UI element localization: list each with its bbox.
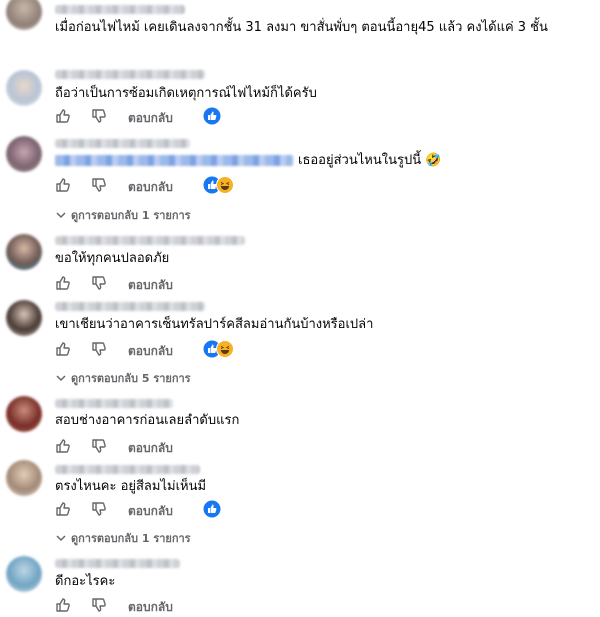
thumbs-down-icon[interactable]: [91, 341, 107, 357]
comment-text: ดีกอะไรคะ: [55, 574, 116, 589]
comment-actions: ตอบกลับ: [55, 176, 295, 197]
avatar[interactable]: [6, 396, 42, 432]
avatar[interactable]: [6, 70, 42, 106]
thumbs-up-icon[interactable]: [55, 108, 71, 124]
comment-text: สอบช่างอาคารก่อนเลยลำดับแรก: [55, 413, 240, 428]
comment-actions: ตอบกลับ: [55, 107, 255, 128]
comment-actions: ตอบกลับ: [55, 275, 255, 293]
reply-button[interactable]: ตอบกลับ: [128, 439, 173, 458]
author-name-redacted[interactable]: [55, 236, 245, 245]
avatar[interactable]: [6, 460, 42, 496]
reply-button[interactable]: ตอบกลับ: [128, 598, 173, 617]
comment-actions: ตอบกลับ: [55, 500, 255, 521]
thumbs-up-icon[interactable]: [55, 275, 71, 291]
comment-actions: ตอบกลับ: [55, 340, 295, 361]
like-reaction-icon[interactable]: [203, 500, 221, 518]
thumbs-down-icon[interactable]: [91, 438, 107, 454]
reply-button[interactable]: ตอบกลับ: [128, 502, 173, 521]
chevron-down-icon: [56, 532, 66, 545]
tagged-users-redacted[interactable]: [55, 155, 293, 166]
chevron-down-icon: [56, 209, 66, 222]
view-replies-link[interactable]: ดูการตอบกลับ 1 รายการ: [56, 206, 191, 224]
avatar[interactable]: [6, 234, 42, 270]
thumbs-down-icon[interactable]: [91, 275, 107, 291]
comment-text: เมื่อก่อนไฟไหม้ เคยเดินลงจากชั้น 31 ลงมา…: [55, 20, 548, 35]
author-name-redacted[interactable]: [55, 559, 180, 568]
thumbs-up-icon[interactable]: [55, 501, 71, 517]
author-name-redacted[interactable]: [55, 5, 185, 14]
thumbs-down-icon[interactable]: [91, 597, 107, 613]
avatar[interactable]: [6, 136, 42, 172]
chevron-down-icon: [56, 372, 66, 385]
avatar[interactable]: [6, 0, 42, 30]
reply-button[interactable]: ตอบกลับ: [128, 109, 173, 128]
thumbs-up-icon[interactable]: [55, 177, 71, 193]
thumbs-down-icon[interactable]: [91, 108, 107, 124]
reply-button[interactable]: ตอบกลับ: [128, 276, 173, 295]
comment-text: ตรงไหนคะ อยู่สีลมไม่เห็นมี: [55, 479, 207, 494]
like-reaction-icon[interactable]: [203, 107, 221, 125]
comment-text: ถือว่าเป็นการซ้อมเกิดเหตุการณ์ไฟไหม้ก็ได…: [55, 86, 317, 101]
reply-button[interactable]: ตอบกลับ: [128, 178, 173, 197]
author-name-redacted[interactable]: [55, 399, 173, 408]
author-name-redacted[interactable]: [55, 302, 205, 311]
thumbs-up-icon[interactable]: [55, 438, 71, 454]
comment-actions: ตอบกลับ: [55, 597, 255, 615]
comment-text: เธออยู่ส่วนไหนในรูปนี้ 🤣: [298, 153, 442, 168]
thumbs-up-icon[interactable]: [55, 597, 71, 613]
view-replies-link[interactable]: ดูการตอบกลับ 5 รายการ: [56, 369, 191, 387]
haha-reaction-icon[interactable]: [216, 176, 234, 194]
avatar[interactable]: [6, 556, 42, 592]
author-name-redacted[interactable]: [55, 70, 205, 79]
comment-text-row: เธออยู่ส่วนไหนในรูปนี้ 🤣: [55, 153, 441, 169]
author-name-redacted[interactable]: [55, 465, 200, 474]
thumbs-down-icon[interactable]: [91, 177, 107, 193]
comment-text: เขาเชียนว่าอาคารเซ็นทรัลปาร์คสีลมอ่านกัน…: [55, 317, 374, 332]
comment-text: ขอให้ทุกคนปลอดภัย: [55, 251, 170, 266]
thumbs-up-icon[interactable]: [55, 341, 71, 357]
thumbs-down-icon[interactable]: [91, 501, 107, 517]
haha-reaction-icon[interactable]: [216, 340, 234, 358]
reply-button[interactable]: ตอบกลับ: [128, 342, 173, 361]
view-replies-link[interactable]: ดูการตอบกลับ 1 รายการ: [56, 529, 191, 547]
comment-actions: ตอบกลับ: [55, 438, 255, 456]
author-name-redacted[interactable]: [55, 139, 190, 148]
avatar[interactable]: [6, 300, 42, 336]
